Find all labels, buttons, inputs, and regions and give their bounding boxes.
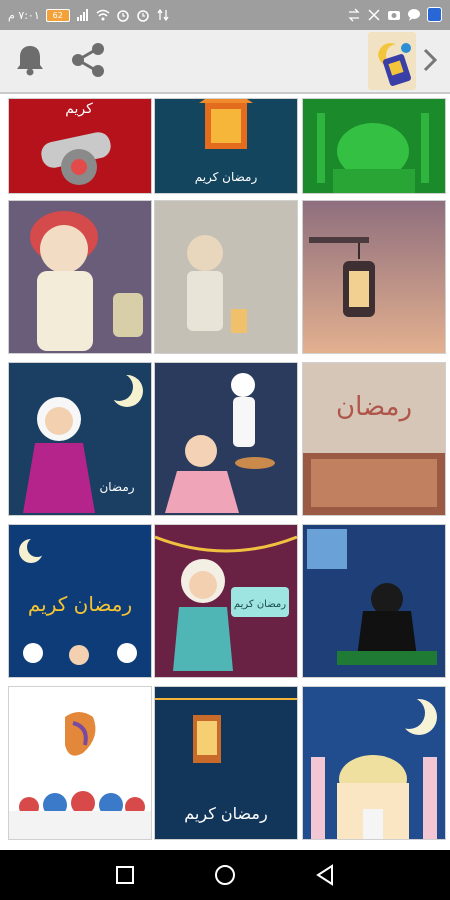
clock: ٧:٠١ م xyxy=(8,8,40,22)
bell-icon xyxy=(17,46,43,76)
battery-icon: 62 xyxy=(45,8,70,22)
status-bar: ٧:٠١ م 62 xyxy=(0,0,450,30)
mute-icon xyxy=(368,8,380,21)
chevron-right-icon xyxy=(423,48,438,72)
status-left: ٧:٠١ م 62 xyxy=(8,8,170,22)
home-icon xyxy=(215,865,235,885)
back-icon xyxy=(316,864,333,886)
recents-icon xyxy=(116,866,134,884)
tile-ramadan-kareem-colorful[interactable]: رمضان كريم xyxy=(8,524,152,678)
tile-calligraphy-domes[interactable] xyxy=(8,686,152,840)
share-button[interactable] xyxy=(66,38,110,82)
tile-girl-praying[interactable] xyxy=(302,524,446,678)
home-button[interactable] xyxy=(210,860,240,890)
alarm-icon-2 xyxy=(137,10,149,22)
recents-button[interactable] xyxy=(110,860,140,890)
tile-mosque-pattern[interactable] xyxy=(302,686,446,840)
tile-caption: رمضان كريم xyxy=(28,592,132,616)
tile-lantern-blue[interactable]: رمضان كريم xyxy=(154,98,298,194)
shield-icon xyxy=(427,7,442,22)
image-grid: كريم رمضان كريم رمضان رمضان رمضان كريم ر… xyxy=(0,94,450,850)
tile-caption: رمضان كريم xyxy=(184,804,267,824)
signal-icon xyxy=(76,9,88,21)
bell-button[interactable] xyxy=(8,38,52,82)
tile-lantern-night[interactable]: رمضان كريم xyxy=(154,686,298,840)
tile-caption: رمضان كريم xyxy=(195,170,258,185)
tile-hanging-lantern[interactable] xyxy=(302,200,446,354)
alarm-icon xyxy=(117,10,129,22)
app-thumbnail[interactable] xyxy=(368,32,416,90)
tile-cannon[interactable]: كريم xyxy=(8,98,152,194)
tile-green-mosque[interactable] xyxy=(302,98,446,194)
tile-boy-lantern[interactable] xyxy=(8,200,152,354)
tile-caption: رمضان xyxy=(336,392,412,422)
data-icon xyxy=(157,8,169,22)
next-button[interactable] xyxy=(410,38,450,82)
share-icon xyxy=(72,43,104,77)
wifi-icon xyxy=(96,9,110,21)
tile-girl-moon[interactable]: رمضان xyxy=(8,362,152,516)
chat-icon xyxy=(408,8,420,21)
tile-kids-sketch[interactable] xyxy=(154,200,298,354)
status-right xyxy=(347,7,442,22)
navigation-bar xyxy=(0,850,450,900)
tile-caption: رمضان كريم xyxy=(234,599,286,610)
arrows-icon xyxy=(348,8,360,21)
back-button[interactable] xyxy=(310,860,340,890)
tile-kids-night[interactable] xyxy=(154,362,298,516)
tile-caption: كريم xyxy=(65,101,93,117)
tile-ramadan-text[interactable]: رمضان xyxy=(302,362,446,516)
camera-icon xyxy=(388,10,400,20)
tile-girl-sign[interactable]: رمضان كريم xyxy=(154,524,298,678)
tile-caption: رمضان xyxy=(99,480,134,495)
